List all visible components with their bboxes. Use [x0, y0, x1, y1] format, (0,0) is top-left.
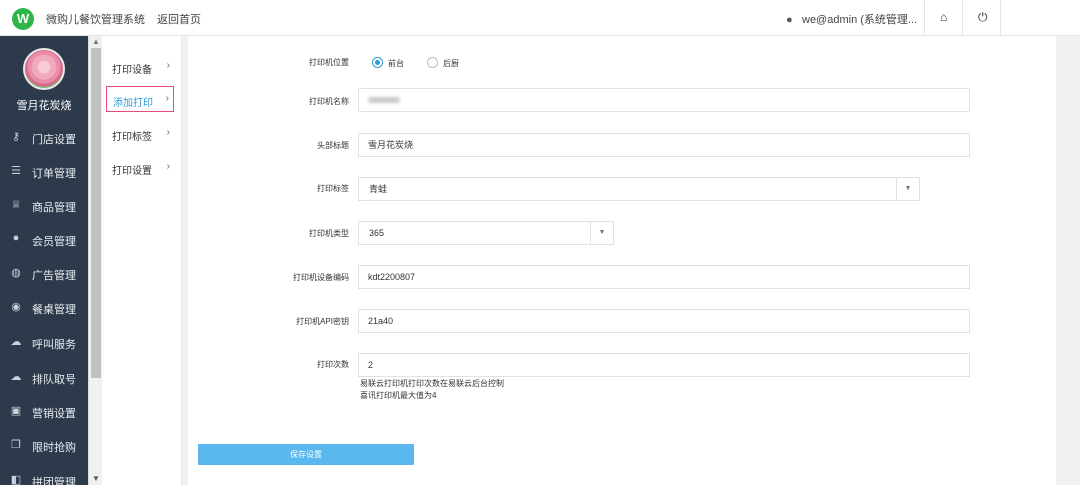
user-icon: ●	[786, 14, 793, 26]
sidebar-item-ads[interactable]: ◍ 广告管理	[0, 257, 88, 291]
print-count-input[interactable]: 2	[358, 353, 970, 377]
printer-name-label: 打印机名称	[309, 97, 349, 106]
sidebar-item-label: 营销设置	[32, 408, 76, 420]
top-bar: W 微购儿餐饮管理系统 返回首页 ● we@admin (系统管理... ⌂ ⏻	[0, 0, 1080, 36]
user-menu[interactable]: ● we@admin (系统管理...	[786, 11, 917, 27]
sidebar-item-group-buy[interactable]: ◧ 拼团管理	[0, 464, 88, 485]
print-tag-value: 青蛙	[369, 184, 388, 194]
main-panel: 打印机位置 前台 后厨 打印机名称 头部标题 雪月花炭烧 打印标签 青蛙 ▼ 打…	[188, 36, 1056, 485]
printer-type-select[interactable]: 365 ▼	[358, 221, 614, 245]
help-text: 喜讯打印机最大值为4	[360, 391, 437, 400]
device-code-input[interactable]: kdt2200807	[358, 265, 970, 289]
subnav-item-print-settings[interactable]: 打印设置 ›	[106, 155, 174, 181]
scroll-down-icon[interactable]: ▼	[92, 474, 100, 483]
cloud-upload-icon: ☁	[10, 371, 22, 383]
divider	[962, 0, 963, 36]
sidebar-scrollbar[interactable]: ▲ ▼	[88, 36, 102, 485]
key-icon: ⚷	[11, 131, 21, 143]
sidebar-item-members[interactable]: ● 会员管理	[0, 223, 88, 257]
redacted-value	[368, 97, 400, 103]
api-key-input[interactable]: 21a40	[358, 309, 970, 333]
sidebar-item-label: 订单管理	[32, 168, 76, 180]
cloud-icon: ☁	[10, 336, 22, 348]
list-icon: ☰	[11, 165, 21, 177]
sidebar-item-label: 商品管理	[32, 202, 76, 214]
sidebar-item-marketing[interactable]: ▣ 营销设置	[0, 395, 88, 429]
w-logo-icon[interactable]: W	[12, 8, 34, 30]
sidebar-item-label: 限时抢购	[32, 442, 76, 454]
sidebar-item-orders[interactable]: ☰ 订单管理	[0, 155, 88, 189]
chevron-right-icon: ›	[166, 60, 170, 71]
save-button[interactable]: 保存设置	[198, 444, 414, 465]
sidebar-item-label: 餐桌管理	[32, 304, 76, 316]
sidebar-item-store-settings[interactable]: ⚷ 门店设置	[0, 121, 88, 155]
user-icon: ●	[12, 232, 20, 244]
group-icon: ◧	[10, 474, 22, 485]
globe-icon: ◍	[11, 267, 21, 279]
subnav-item-add-printer[interactable]: 添加打印 ›	[106, 86, 174, 112]
subnav-item-print-tags[interactable]: 打印标签 ›	[106, 121, 174, 147]
sidebar-item-label: 拼团管理	[32, 477, 76, 485]
api-key-label: 打印机API密钥	[296, 317, 349, 326]
printer-name-input[interactable]	[358, 88, 970, 112]
user-name: we@admin (系统管理...	[802, 14, 918, 26]
subnav-item-label: 打印设置	[112, 166, 152, 177]
device-code-label: 打印机设备编码	[293, 273, 349, 282]
binoculars-icon: ◉	[11, 301, 21, 313]
scroll-thumb[interactable]	[91, 48, 101, 378]
scroll-up-icon[interactable]: ▲	[92, 37, 100, 46]
sidebar-item-call-service[interactable]: ☁ 呼叫服务	[0, 326, 88, 360]
power-icon[interactable]: ⏻	[978, 10, 988, 25]
sidebar-item-label: 呼叫服务	[32, 339, 76, 351]
sidebar: 雪月花炭烧 ⚷ 门店设置 ☰ 订单管理 ♕ 商品管理 ● 会员管理 ◍ 广告管理…	[0, 36, 88, 485]
back-home-link[interactable]: 返回首页	[157, 11, 201, 27]
shop-name: 雪月花炭烧	[16, 100, 72, 112]
position-option-kitchen: 后厨	[443, 59, 459, 68]
printer-type-value: 365	[369, 228, 385, 238]
copy-icon: ❐	[11, 439, 21, 451]
sidebar-item-label: 会员管理	[32, 236, 76, 248]
subnav-item-label: 打印设备	[112, 65, 152, 76]
header-title-label: 头部标题	[317, 141, 349, 150]
printer-type-label: 打印机类型	[309, 229, 349, 238]
sidebar-item-label: 广告管理	[32, 270, 76, 282]
sub-nav: 打印设备 › 添加打印 › 打印标签 › 打印设置 ›	[102, 36, 182, 485]
chevron-down-icon[interactable]: ▼	[590, 222, 613, 244]
sidebar-item-queue[interactable]: ☁ 排队取号	[0, 361, 88, 395]
sidebar-item-label: 排队取号	[32, 374, 76, 386]
print-tag-label: 打印标签	[317, 184, 349, 193]
chevron-right-icon: ›	[166, 161, 170, 172]
app-title: 微购儿餐饮管理系统	[46, 14, 145, 26]
print-tag-select[interactable]: 青蛙 ▼	[358, 177, 920, 201]
chevron-right-icon: ›	[166, 127, 170, 138]
subnav-item-label: 打印标签	[112, 132, 152, 143]
home-icon[interactable]: ⌂	[940, 10, 947, 24]
sidebar-item-label: 门店设置	[32, 134, 76, 146]
divider	[924, 0, 925, 36]
subnav-item-printers[interactable]: 打印设备 ›	[106, 54, 174, 80]
help-text: 易联云打印机打印次数在易联云后台控制	[360, 379, 504, 388]
trophy-icon: ♕	[11, 199, 21, 211]
position-radio-front[interactable]	[372, 57, 383, 68]
print-count-label: 打印次数	[317, 360, 349, 369]
chevron-down-icon[interactable]: ▼	[896, 178, 919, 200]
position-radio-kitchen[interactable]	[427, 57, 438, 68]
sidebar-item-tables[interactable]: ◉ 餐桌管理	[0, 291, 88, 325]
chevron-right-icon: ›	[165, 93, 169, 104]
gift-icon: ▣	[10, 405, 22, 417]
subnav-item-label: 添加打印	[113, 98, 153, 109]
position-label: 打印机位置	[309, 58, 349, 67]
divider	[1000, 0, 1001, 36]
header-title-input[interactable]: 雪月花炭烧	[358, 133, 970, 157]
avatar[interactable]	[23, 48, 65, 90]
sidebar-item-products[interactable]: ♕ 商品管理	[0, 189, 88, 223]
position-option-front: 前台	[388, 59, 404, 68]
sidebar-item-flash-sale[interactable]: ❐ 限时抢购	[0, 429, 88, 463]
